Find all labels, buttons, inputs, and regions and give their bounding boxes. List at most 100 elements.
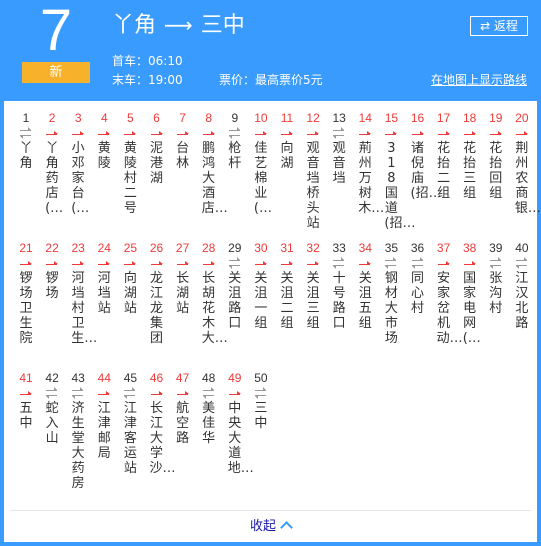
return-trip-button[interactable]: ⇄ 返程 bbox=[470, 16, 528, 36]
stop-item[interactable]: 21 锣场卫生院 bbox=[13, 240, 39, 346]
stop-item[interactable]: 4 黄陵 bbox=[91, 110, 117, 171]
stop-item[interactable]: 38 国家电网(… bbox=[457, 240, 483, 346]
stop-item[interactable]: 39 张沟村 bbox=[483, 240, 509, 316]
stop-item[interactable]: 32 关沮三组 bbox=[300, 240, 326, 331]
stop-name: 花抬回组 bbox=[489, 141, 503, 201]
stop-item[interactable]: 15 318国道(招… bbox=[378, 110, 415, 231]
fare-info: 票价：最高票价5元 bbox=[219, 73, 323, 87]
stop-name: 安家岔机动… bbox=[436, 271, 463, 346]
stop-name: 同心村 bbox=[410, 271, 424, 316]
stop-item[interactable]: 31 关沮二组 bbox=[274, 240, 300, 331]
stop-item[interactable]: 8 鹏鸿大酒店… bbox=[196, 110, 228, 216]
stop-name: 江津邮局 bbox=[97, 401, 111, 461]
stop-item[interactable]: 35 钢材大市场 bbox=[378, 240, 404, 346]
stop-item[interactable]: 49 中央大道地… bbox=[222, 370, 254, 476]
stop-item[interactable]: 50 三中 bbox=[248, 370, 274, 431]
two-way-arrow-icon bbox=[19, 127, 33, 139]
two-way-arrow-icon bbox=[228, 257, 242, 269]
stop-name: 济生堂大药房 bbox=[71, 401, 85, 491]
stop-item[interactable]: 42 蛇入山 bbox=[39, 370, 65, 446]
stop-number: 35 bbox=[384, 241, 399, 255]
stop-item[interactable]: 23 河垱村卫生… bbox=[65, 240, 97, 346]
two-way-arrow-icon bbox=[228, 127, 242, 139]
stop-number: 19 bbox=[489, 111, 503, 125]
stop-item[interactable]: 24 河垱站 bbox=[91, 240, 117, 316]
stop-number: 21 bbox=[19, 241, 33, 255]
stop-item[interactable]: 29 关沮路口 bbox=[222, 240, 248, 331]
show-on-map-link[interactable]: 在地图上显示路线 bbox=[431, 71, 527, 90]
stop-item[interactable]: 40 江汉北路 bbox=[509, 240, 535, 331]
stop-item[interactable]: 43 济生堂大药房 bbox=[65, 370, 91, 491]
stop-name: 锣场卫生院 bbox=[19, 271, 33, 346]
stop-item[interactable]: 5 黄陵村二号 bbox=[117, 110, 143, 216]
stop-item[interactable]: 20 荆州农商银… bbox=[509, 110, 541, 216]
stop-item[interactable]: 13 观音垱 bbox=[326, 110, 352, 186]
stop-item[interactable]: 45 江津客运站 bbox=[117, 370, 143, 476]
one-way-arrow-icon bbox=[411, 127, 425, 139]
stop-name: 长湖站 bbox=[176, 271, 190, 316]
collapse-button[interactable]: 收起 bbox=[0, 518, 541, 536]
stop-number: 36 bbox=[410, 241, 425, 255]
one-way-arrow-icon bbox=[45, 127, 59, 139]
stop-number: 30 bbox=[254, 241, 268, 255]
stop-number: 7 bbox=[179, 111, 186, 125]
stop-name: 关沮三组 bbox=[306, 271, 320, 331]
stop-number: 26 bbox=[149, 241, 164, 255]
stop-item[interactable]: 2 丫角药店(… bbox=[39, 110, 65, 216]
collapse-label: 收起 bbox=[249, 519, 276, 534]
stop-item[interactable]: 46 长江大学沙… bbox=[144, 370, 176, 476]
stop-name: 关沮一组 bbox=[254, 271, 268, 331]
stop-item[interactable]: 34 关沮五组 bbox=[352, 240, 378, 331]
stop-item[interactable]: 44 江津邮局 bbox=[91, 370, 117, 461]
stop-item[interactable]: 19 花抬回组 bbox=[483, 110, 509, 201]
stop-item[interactable]: 26 龙江龙集团 bbox=[144, 240, 170, 346]
stop-item[interactable]: 37 安家岔机动… bbox=[431, 240, 463, 346]
direction-arrow-icon: ⟶ bbox=[164, 13, 193, 37]
stop-number: 45 bbox=[123, 371, 138, 385]
one-way-arrow-icon bbox=[97, 127, 111, 139]
stop-item[interactable]: 7 台林 bbox=[170, 110, 196, 171]
stop-item[interactable]: 9 枪杆 bbox=[222, 110, 248, 171]
stop-item[interactable]: 3 小邓家台(… bbox=[65, 110, 91, 216]
one-way-arrow-icon bbox=[150, 257, 164, 269]
stop-number: 5 bbox=[127, 111, 134, 125]
stop-item[interactable]: 25 向湖站 bbox=[117, 240, 143, 316]
stop-item[interactable]: 27 长湖站 bbox=[170, 240, 196, 316]
stop-name: 五中 bbox=[19, 401, 33, 431]
stop-item[interactable]: 11 向湖 bbox=[274, 110, 300, 171]
stop-name: 荊州万树木… bbox=[358, 141, 385, 216]
stop-number: 18 bbox=[463, 111, 477, 125]
stop-number: 20 bbox=[515, 111, 529, 125]
stop-item[interactable]: 12 观音垱桥头站 bbox=[300, 110, 326, 231]
stop-item[interactable]: 36 同心村 bbox=[405, 240, 431, 316]
stop-name: 航空路 bbox=[176, 401, 190, 446]
stop-number: 46 bbox=[149, 371, 164, 385]
stop-item[interactable]: 14 荊州万树木… bbox=[352, 110, 385, 216]
stop-name: 张沟村 bbox=[489, 271, 503, 316]
stop-item[interactable]: 28 长胡花木大… bbox=[196, 240, 228, 346]
stop-item[interactable]: 33 十号路口 bbox=[326, 240, 352, 331]
stop-item[interactable]: 30 关沮一组 bbox=[248, 240, 274, 331]
stop-item[interactable]: 10 佳艺棉业(… bbox=[248, 110, 274, 216]
stop-name: 泥港湖 bbox=[149, 141, 163, 186]
stop-number: 12 bbox=[306, 111, 320, 125]
one-way-arrow-icon bbox=[19, 387, 33, 399]
stop-item[interactable]: 16 诸倪庙(招… bbox=[405, 110, 442, 201]
stop-item[interactable]: 22 锣场 bbox=[39, 240, 65, 301]
one-way-arrow-icon bbox=[97, 387, 111, 399]
stop-number: 34 bbox=[358, 241, 372, 255]
stop-item[interactable]: 6 泥港湖 bbox=[144, 110, 170, 186]
two-way-arrow-icon bbox=[71, 387, 85, 399]
stop-item[interactable]: 18 花抬三组 bbox=[457, 110, 483, 201]
stop-item[interactable]: 48 美佳华 bbox=[196, 370, 222, 446]
stop-name: 十号路口 bbox=[332, 271, 346, 331]
stop-item[interactable]: 41 五中 bbox=[13, 370, 39, 431]
one-way-arrow-icon bbox=[71, 127, 85, 139]
stop-item[interactable]: 17 花抬二组 bbox=[431, 110, 457, 201]
last-bus-time: 末车：19:00 bbox=[112, 73, 183, 87]
stop-item[interactable]: 47 航空路 bbox=[170, 370, 196, 446]
one-way-arrow-icon bbox=[254, 257, 268, 269]
stop-item[interactable]: 1 丫角 bbox=[13, 110, 39, 171]
two-way-arrow-icon bbox=[515, 257, 529, 269]
stop-name: 蛇入山 bbox=[45, 401, 59, 446]
